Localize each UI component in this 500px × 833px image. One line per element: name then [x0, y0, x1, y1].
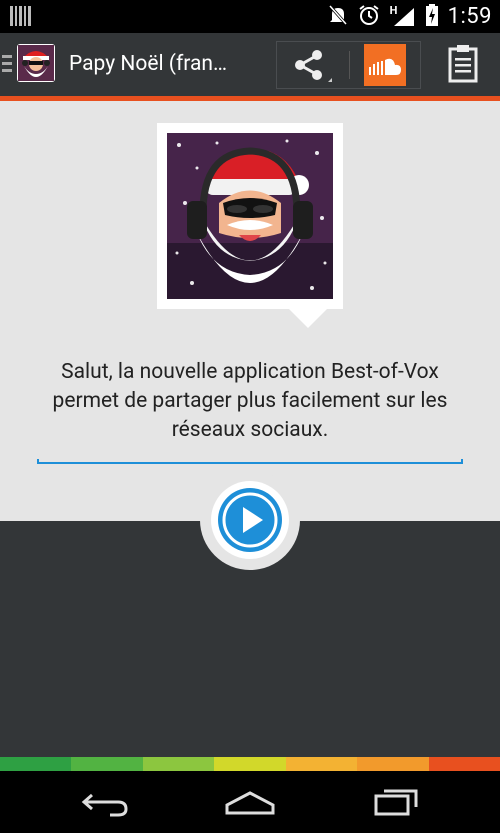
clock-time: 1:59 — [447, 4, 492, 29]
status-bar: H 1:59 — [0, 0, 500, 33]
strip-segment — [71, 757, 143, 771]
soundcloud-icon — [369, 58, 401, 75]
mute-icon — [328, 4, 348, 30]
play-button[interactable] — [211, 481, 289, 559]
action-bar: Papy Noël (fran… — [0, 33, 500, 96]
recent-apps-button[interactable] — [362, 781, 432, 823]
strip-segment — [0, 757, 72, 771]
clipboard-icon — [448, 45, 478, 83]
home-button[interactable] — [215, 781, 285, 823]
signal-icon: H — [390, 4, 416, 28]
app-title: Papy Noël (fran… — [69, 52, 228, 76]
play-icon — [218, 488, 282, 552]
speech-text[interactable]: Salut, la nouvelle application Best-of-V… — [40, 358, 460, 445]
share-icon — [295, 50, 332, 82]
battery-charging-icon — [425, 3, 438, 30]
navigation-bar — [0, 771, 500, 833]
share-button[interactable] — [277, 42, 344, 88]
app-home-button[interactable] — [0, 33, 62, 96]
speech-pointer — [288, 308, 328, 328]
strip-segment — [428, 757, 500, 771]
home-icon — [225, 791, 275, 815]
strip-segment — [357, 757, 429, 771]
color-level-strip — [0, 757, 500, 771]
soundcloud-button[interactable] — [364, 44, 406, 86]
barcode-notification-icon — [10, 6, 32, 30]
strip-segment — [214, 757, 286, 771]
santa-app-icon — [17, 44, 55, 82]
action-divider — [349, 51, 350, 79]
strip-segment — [285, 757, 358, 771]
clipboard-button[interactable] — [440, 42, 486, 88]
santa-dj-image — [167, 133, 333, 299]
text-field-underline — [37, 459, 463, 464]
alarm-icon — [358, 4, 380, 30]
strip-segment — [142, 757, 215, 771]
drawer-menu-icon — [2, 55, 12, 72]
character-image-card — [157, 123, 343, 309]
recent-apps-icon — [374, 789, 418, 816]
back-button[interactable] — [70, 781, 140, 823]
back-icon — [81, 793, 128, 817]
